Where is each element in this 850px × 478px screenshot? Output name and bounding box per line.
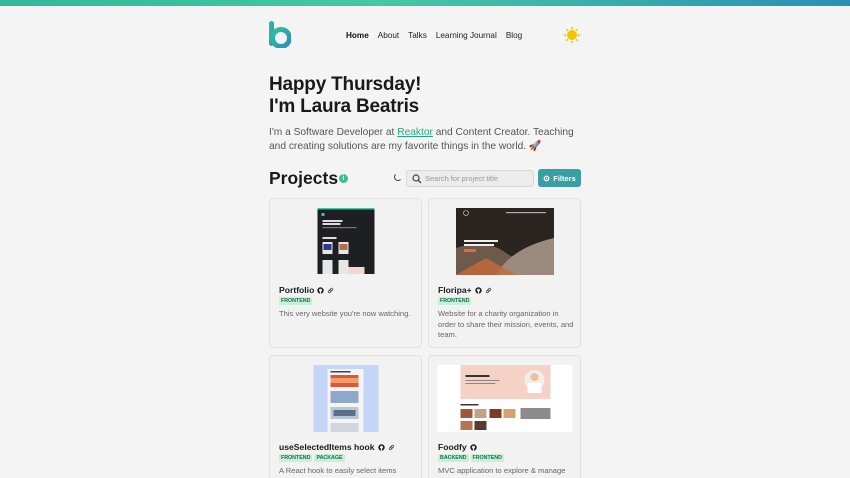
github-icon[interactable] [469,443,477,451]
card-title-text: useSelectedItems hook [279,442,375,452]
nav-home[interactable]: Home [346,31,369,40]
hero-section: Happy Thursday! I'm Laura Beatris I'm a … [269,74,589,154]
main-nav: Home About Talks Learning Journal Blog [346,31,522,40]
floripa-thumbnail [455,208,554,275]
useselecteditems-thumbnail [313,365,378,432]
projects-toolbar: Projects i Filters [269,168,581,192]
portfolio-thumbnail [317,208,374,274]
tag-badge: FRONTEND [279,297,313,305]
card-tags: BACKEND FRONTEND [438,454,504,462]
b-logo-icon[interactable] [269,20,291,48]
card-description: This very website you're now watching. [279,309,411,318]
intro-part-1: I'm a Software Developer at [269,127,398,138]
sun-icon[interactable] [563,26,581,44]
name-line: I'm Laura Beatris [269,96,420,117]
github-icon[interactable] [474,286,482,294]
project-card-foodfy[interactable]: Foodfy BACKEND FRONTEND MVC application … [428,355,581,478]
card-tags: FRONTEND [438,297,472,305]
card-title: Foodfy [438,442,477,452]
search-input[interactable] [425,172,531,185]
card-description: A React hook to easily select items [279,466,397,475]
link-icon[interactable] [388,444,395,451]
project-card-useselecteditems[interactable]: useSelectedItems hook FRONTEND PACKAGE A… [269,355,422,478]
card-title-text: Portfolio [279,285,315,295]
link-icon[interactable] [485,287,492,294]
link-icon[interactable] [327,287,334,294]
card-tags: FRONTEND [279,297,313,305]
project-card-floripa[interactable]: Floripa+ FRONTEND Website for a charity … [428,198,581,348]
github-icon[interactable] [377,443,385,451]
github-icon[interactable] [317,286,325,294]
nav-learning-journal[interactable]: Learning Journal [436,31,497,40]
tag-badge: FRONTEND [438,297,472,305]
nav-talks[interactable]: Talks [408,31,427,40]
top-gradient-bar [0,0,850,6]
projects-heading: Projects [269,168,339,188]
project-search[interactable] [406,170,534,187]
info-icon[interactable]: i [339,174,348,183]
project-card-portfolio[interactable]: Portfolio FRONTEND This very website you… [269,198,422,348]
card-title-text: Foodfy [438,442,467,452]
card-title: useSelectedItems hook [279,442,395,452]
card-title: Floripa+ [438,285,492,295]
card-title-text: Floripa+ [438,285,472,295]
site-header: Home About Talks Learning Journal Blog [269,20,581,50]
intro-text: I'm a Software Developer at Reaktor and … [269,126,589,154]
greeting-heading: Happy Thursday! I'm Laura Beatris [269,74,589,118]
greeting-line: Happy Thursday! [269,74,422,95]
gear-icon [543,175,550,181]
tag-badge: FRONTEND [470,454,504,462]
reaktor-link[interactable]: Reaktor [397,127,433,138]
nav-blog[interactable]: Blog [506,31,522,40]
filters-label: Filters [553,173,576,183]
card-description: MVC application to explore & manage [438,466,566,475]
loading-spinner-icon [394,173,402,181]
card-title: Portfolio [279,285,334,295]
nav-about[interactable]: About [378,31,399,40]
card-tags: FRONTEND PACKAGE [279,454,345,462]
card-description: Website for a charity organization in or… [438,309,574,340]
filters-button[interactable]: Filters [538,169,581,187]
foodfy-thumbnail [437,365,572,432]
tag-badge: BACKEND [438,454,469,462]
search-icon [412,174,422,184]
tag-badge: FRONTEND [279,454,313,462]
tag-badge: PACKAGE [314,454,345,462]
